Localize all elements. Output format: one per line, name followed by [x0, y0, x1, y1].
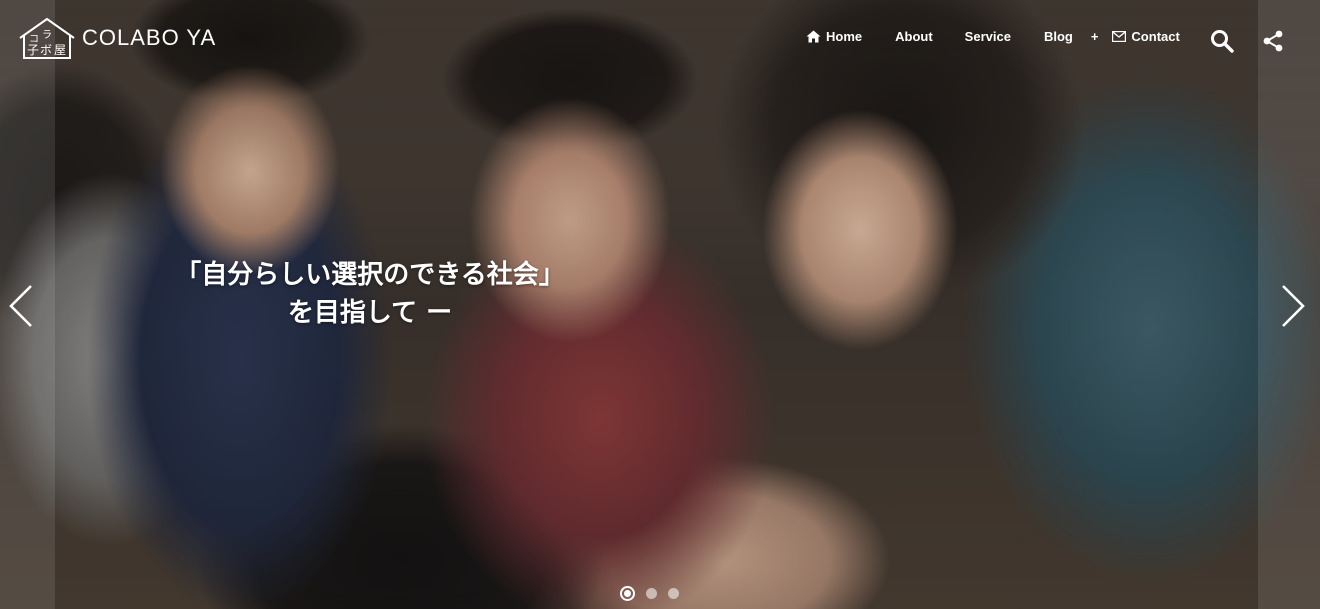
svg-text:ボ: ボ	[40, 43, 52, 57]
nav-about[interactable]: About	[895, 29, 933, 44]
chevron-right-icon[interactable]	[1280, 283, 1306, 334]
svg-text:ラ: ラ	[42, 29, 52, 41]
nav-blog-label: Blog	[1043, 28, 1073, 44]
submenu-plus-icon[interactable]: +	[1091, 29, 1099, 44]
share-icon[interactable]	[1263, 30, 1283, 57]
site-logo[interactable]: コ ラ 子 ボ 屋 COLABO YA	[18, 16, 216, 60]
svg-text:子: 子	[27, 43, 39, 57]
nav-blog[interactable]: Blog +	[1044, 29, 1098, 44]
nav-home[interactable]: Home	[806, 29, 862, 44]
main-nav: Home About Service Blog + Contact	[806, 26, 1180, 46]
home-icon	[806, 30, 821, 42]
hero-headline-line2: を目指して ー	[287, 298, 453, 328]
logo-text: COLABO YA	[82, 25, 217, 50]
mail-icon	[1112, 30, 1127, 42]
logo-house-icon: コ ラ 子 ボ 屋	[19, 17, 75, 59]
slider-pagination	[620, 586, 679, 601]
nav-service-label: Service	[964, 28, 1011, 44]
nav-home-label: Home	[826, 28, 863, 44]
hero-headline: 「自分らしい選択のできる社会」 を目指して ー	[160, 256, 580, 332]
hero-headline-line1: 「自分らしい選択のできる社会」	[175, 260, 565, 290]
search-icon[interactable]	[1210, 29, 1234, 58]
site-header: コ ラ 子 ボ 屋 COLABO YA Home About Service B…	[0, 0, 1320, 80]
slider-dot-2[interactable]	[646, 588, 657, 599]
nav-contact[interactable]: Contact	[1112, 28, 1180, 44]
nav-contact-label: Contact	[1131, 28, 1180, 44]
nav-about-label: About	[895, 28, 933, 44]
svg-text:屋: 屋	[54, 43, 66, 57]
chevron-left-icon[interactable]	[8, 283, 34, 334]
slider-dot-3[interactable]	[668, 588, 679, 599]
slider-dot-1[interactable]	[620, 586, 635, 601]
nav-service[interactable]: Service	[965, 29, 1011, 44]
